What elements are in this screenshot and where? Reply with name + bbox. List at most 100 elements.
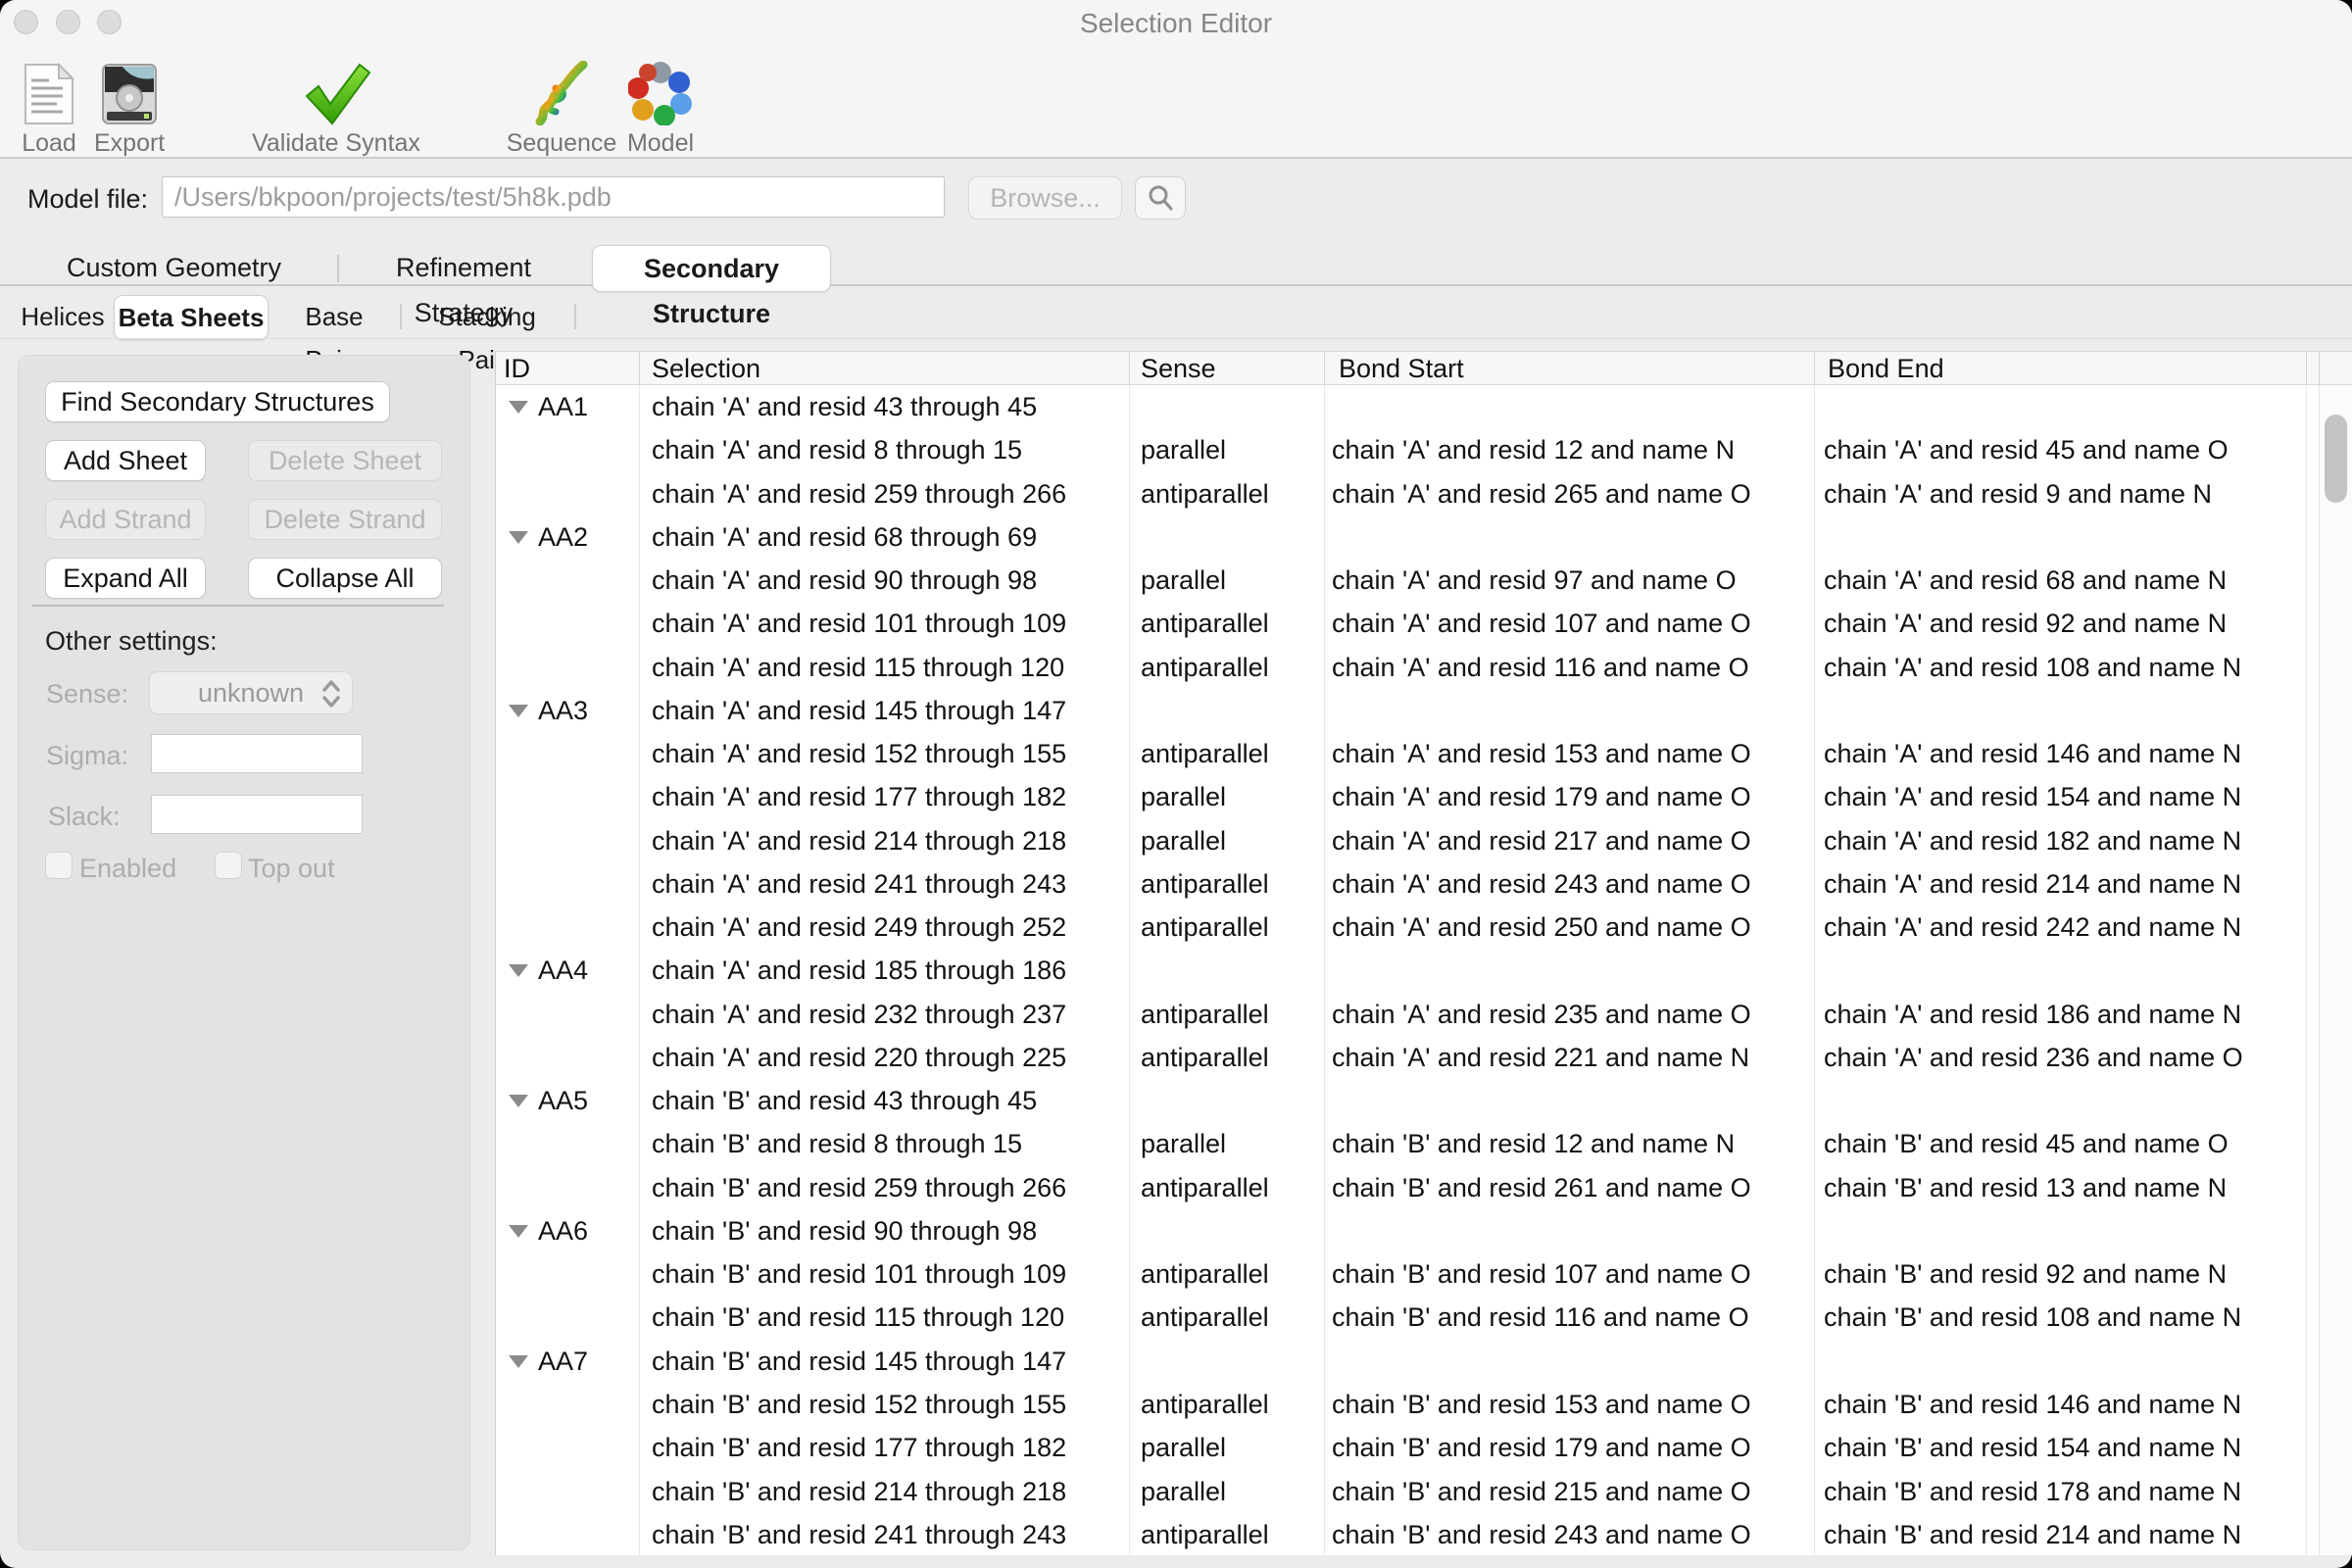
row-selection: chain 'B' and resid 101 through 109 [652,1259,1066,1290]
model-file-input[interactable] [162,176,945,218]
table-row[interactable]: chain 'A' and resid 90 through 98 parall… [496,559,2319,603]
row-id: AA4 [538,956,588,986]
expand-all-button[interactable]: Expand All [45,558,206,599]
toolbar-model-button[interactable]: Model [615,57,706,158]
sense-label: Sense: [46,679,128,710]
browse-button: Browse... [968,176,1122,220]
table-row[interactable]: AA6 chain 'B' and resid 90 through 98 [496,1209,2319,1253]
vertical-scrollbar[interactable] [2319,385,2352,1555]
row-selection: chain 'A' and resid 115 through 120 [652,653,1064,683]
table-row[interactable]: chain 'B' and resid 115 through 120 anti… [496,1296,2319,1340]
table-row[interactable]: chain 'B' and resid 152 through 155 anti… [496,1383,2319,1427]
toolbar-sequence-button[interactable]: Sequence [498,57,625,158]
find-secondary-structures-button[interactable]: Find Secondary Structures [45,381,390,422]
table-row[interactable]: chain 'A' and resid 101 through 109 anti… [496,602,2319,646]
table-row[interactable]: chain 'A' and resid 177 through 182 para… [496,775,2319,819]
sense-dropdown[interactable]: unknown [149,671,353,714]
toolbar-validate-syntax-button[interactable]: Validate Syntax [233,57,439,158]
subtab-base-pairs[interactable]: Base Pairs [276,295,392,338]
table-row[interactable]: AA2 chain 'A' and resid 68 through 69 [496,515,2319,560]
row-sense: parallel [1141,1433,1226,1463]
row-id: AA7 [538,1347,588,1377]
toolbar-validate-syntax-label: Validate Syntax [233,129,439,158]
table-row[interactable]: chain 'B' and resid 214 through 218 para… [496,1470,2319,1514]
column-header-id[interactable]: ID [504,354,530,384]
table-row[interactable]: chain 'B' and resid 101 through 109 anti… [496,1252,2319,1297]
column-header-selection[interactable]: Selection [652,354,760,384]
table-row[interactable]: chain 'B' and resid 259 through 266 anti… [496,1166,2319,1210]
row-sense: antiparallel [1141,1000,1269,1030]
row-bond-end: chain 'A' and resid 182 and name N [1824,826,2241,857]
table-row[interactable]: chain 'A' and resid 249 through 252 anti… [496,906,2319,950]
table-row[interactable]: chain 'B' and resid 241 through 243 anti… [496,1513,2319,1557]
tab-custom-geometry-restraints[interactable]: Custom Geometry Restraints [20,245,328,290]
table-row[interactable]: AA7 chain 'B' and resid 145 through 147 [496,1340,2319,1384]
row-bond-start: chain 'A' and resid 107 and name O [1332,609,1751,639]
row-bond-start: chain 'A' and resid 250 and name O [1332,912,1751,943]
table-row[interactable]: AA5 chain 'B' and resid 43 through 45 [496,1079,2319,1123]
disclosure-triangle-icon[interactable] [509,1095,528,1107]
sigma-field[interactable] [151,734,363,773]
tab-separator [337,255,339,282]
search-file-button[interactable] [1135,176,1186,220]
disclosure-triangle-icon[interactable] [509,531,528,544]
row-sense: parallel [1141,565,1226,596]
slack-field[interactable] [151,795,363,834]
row-sense: antiparallel [1141,1520,1269,1550]
row-selection: chain 'A' and resid 241 through 243 [652,869,1066,900]
column-header-sense[interactable]: Sense [1141,354,1216,384]
toolbar-load-button[interactable]: Load [14,57,84,158]
disclosure-triangle-icon[interactable] [509,1225,528,1238]
top-out-checkbox[interactable] [215,852,242,879]
row-bond-end: chain 'A' and resid 45 and name O [1824,435,2229,466]
beta-sheets-table: AA1 chain 'A' and resid 43 through 45 ch… [495,351,2352,1555]
table-row[interactable]: chain 'A' and resid 259 through 266 anti… [496,472,2319,516]
row-bond-start: chain 'B' and resid 215 and name O [1332,1477,1751,1507]
table-row[interactable]: chain 'A' and resid 241 through 243 anti… [496,862,2319,906]
row-sense: antiparallel [1141,1390,1269,1420]
column-header-bond-end[interactable]: Bond End [1828,354,1944,384]
collapse-all-button[interactable]: Collapse All [248,558,442,599]
toolbar-model-label: Model [615,129,706,158]
disclosure-triangle-icon[interactable] [509,401,528,414]
disclosure-triangle-icon[interactable] [509,1355,528,1368]
table-row[interactable]: AA4 chain 'A' and resid 185 through 186 [496,949,2319,993]
table-row[interactable]: chain 'A' and resid 214 through 218 para… [496,819,2319,863]
magnifier-icon [1147,184,1174,212]
table-row[interactable]: AA3 chain 'A' and resid 145 through 147 [496,689,2319,733]
scrollbar-thumb[interactable] [2325,415,2347,503]
subtab-beta-sheets[interactable]: Beta Sheets [114,295,269,340]
subtab-separator [574,304,576,329]
header-divider [1129,352,1130,385]
panel-divider [32,605,444,607]
row-sense: antiparallel [1141,1043,1269,1073]
table-row[interactable]: chain 'B' and resid 8 through 15 paralle… [496,1122,2319,1166]
row-selection: chain 'B' and resid 8 through 15 [652,1129,1022,1159]
harddrive-icon [94,57,165,125]
subtab-helices[interactable]: Helices [18,295,108,338]
tab-secondary-structure[interactable]: Secondary Structure [592,245,831,292]
table-row[interactable]: chain 'A' and resid 152 through 155 anti… [496,732,2319,776]
sigma-label: Sigma: [46,741,128,771]
row-sense: antiparallel [1141,653,1269,683]
toolbar-export-button[interactable]: Export [94,57,165,158]
table-row[interactable]: chain 'A' and resid 115 through 120 anti… [496,646,2319,690]
add-sheet-button[interactable]: Add Sheet [45,440,206,481]
table-row[interactable]: chain 'A' and resid 220 through 225 anti… [496,1036,2319,1080]
column-header-bond-start[interactable]: Bond Start [1339,354,1464,384]
row-bond-start: chain 'B' and resid 107 and name O [1332,1259,1751,1290]
disclosure-triangle-icon[interactable] [509,964,528,977]
enabled-checkbox[interactable] [45,852,73,879]
disclosure-triangle-icon[interactable] [509,705,528,717]
row-selection: chain 'B' and resid 152 through 155 [652,1390,1066,1420]
titlebar: Selection Editor Load [0,0,2352,159]
row-bond-start: chain 'A' and resid 235 and name O [1332,1000,1751,1030]
table-row[interactable]: AA1 chain 'A' and resid 43 through 45 [496,385,2319,429]
tab-refinement-strategy[interactable]: Refinement Strategy [351,245,576,290]
table-row[interactable]: chain 'B' and resid 177 through 182 para… [496,1426,2319,1470]
subtab-stacking-pairs[interactable]: Stacking Pairs [410,295,564,338]
table-row[interactable]: chain 'A' and resid 232 through 237 anti… [496,993,2319,1037]
table-row[interactable]: chain 'A' and resid 8 through 15 paralle… [496,428,2319,472]
row-selection: chain 'B' and resid 115 through 120 [652,1302,1064,1333]
window-title: Selection Editor [0,8,2352,39]
